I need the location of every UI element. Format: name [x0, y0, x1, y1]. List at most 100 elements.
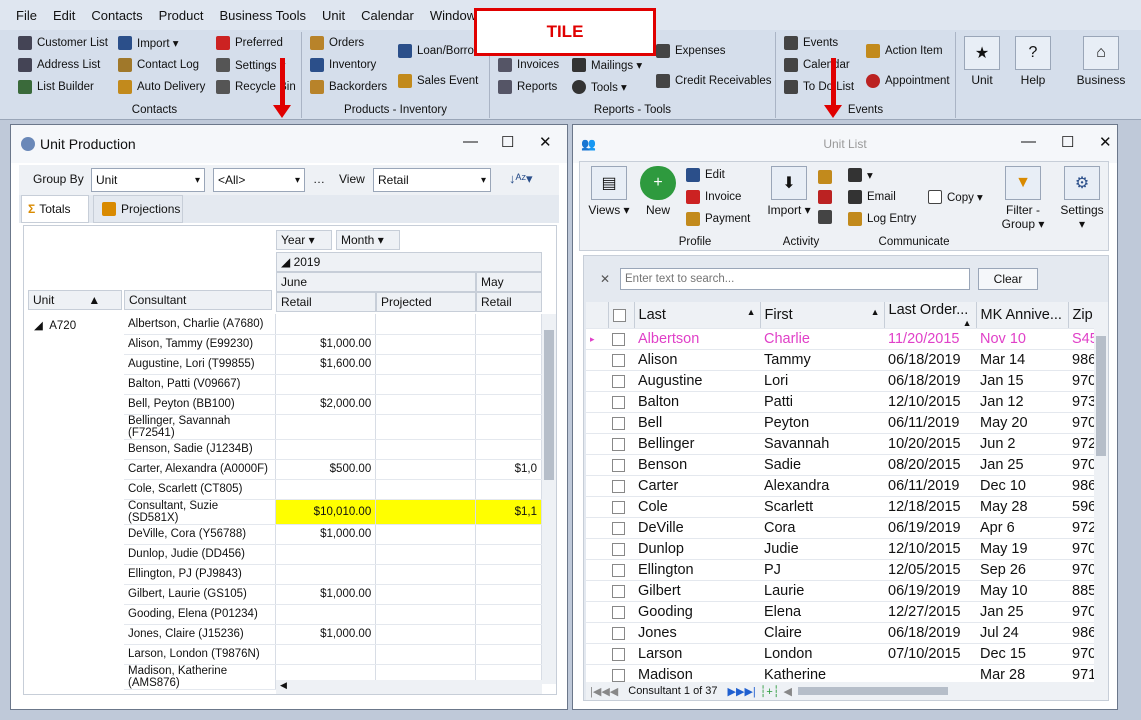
- table-row[interactable]: Albertson, Charlie (A7680): [124, 314, 542, 335]
- column-header[interactable]: Zip: [1068, 302, 1108, 329]
- select-all-checkbox[interactable]: [612, 308, 626, 322]
- auto-delivery-button[interactable]: Auto Delivery: [118, 80, 205, 94]
- reports-button[interactable]: Reports: [498, 80, 557, 94]
- checkbox-cell[interactable]: [608, 601, 634, 623]
- events-button[interactable]: Events: [784, 36, 838, 50]
- checkbox-cell[interactable]: [608, 664, 634, 682]
- table-row[interactable]: Carter, Alexandra (A0000F) $500.00 $1,0: [124, 459, 542, 480]
- table-row[interactable]: ▸ Albertson Charlie 11/20/2015 Nov 10 S45 P: [586, 328, 1108, 350]
- table-row[interactable]: Dunlop, Judie (DD456): [124, 544, 542, 565]
- help-button[interactable]: ? Help: [1013, 36, 1053, 87]
- table-row[interactable]: DeVille, Cora (Y56788) $1,000.00: [124, 524, 542, 545]
- row-checkbox[interactable]: [612, 416, 625, 430]
- menu-item-contacts[interactable]: Contacts: [83, 8, 150, 23]
- row-checkbox[interactable]: [612, 353, 625, 367]
- import-button[interactable]: ⬇ Import ▾: [766, 166, 812, 217]
- checkbox-cell[interactable]: [608, 412, 634, 434]
- to-do-list-button[interactable]: To Do List: [784, 80, 854, 94]
- row-checkbox[interactable]: [612, 563, 625, 577]
- view-select[interactable]: Retail: [373, 168, 491, 192]
- year-filter[interactable]: Year ▾: [276, 230, 332, 250]
- column-header[interactable]: First ▲: [760, 302, 885, 329]
- row-checkbox[interactable]: [612, 458, 625, 472]
- activity-icon-3[interactable]: [818, 210, 837, 224]
- col-projected[interactable]: Projected: [376, 292, 476, 312]
- first-record-icon[interactable]: |◀◀◀: [590, 685, 618, 698]
- table-row[interactable]: ColeScarlett12/18/2015May 2859645: [586, 496, 1108, 518]
- scroll-thumb[interactable]: [544, 330, 554, 480]
- credit-receivables-button[interactable]: Credit Receivables: [656, 74, 772, 88]
- row-checkbox[interactable]: [612, 332, 625, 346]
- new-button[interactable]: + New: [636, 166, 680, 217]
- table-row[interactable]: GilbertLaurie06/19/2019May 1088568: [586, 580, 1108, 602]
- menu-item-edit[interactable]: Edit: [45, 8, 83, 23]
- consultant-header[interactable]: Consultant: [124, 290, 272, 310]
- contact-log-button[interactable]: Contact Log: [118, 58, 199, 72]
- checkbox-cell[interactable]: [608, 496, 634, 518]
- table-row[interactable]: Larson, London (T9876N): [124, 644, 542, 665]
- menu-item-calendar[interactable]: Calendar: [353, 8, 422, 23]
- invoices-button[interactable]: Invoices: [498, 58, 559, 72]
- table-row[interactable]: Augustine, Lori (T99855) $1,600.00: [124, 354, 542, 375]
- close-button[interactable]: ✕: [1099, 133, 1112, 151]
- checkbox-cell[interactable]: [608, 349, 634, 371]
- table-row[interactable]: JonesClaire06/18/2019Jul 2498620: [586, 622, 1108, 644]
- table-row[interactable]: BellPeyton06/11/2019May 2097080: [586, 412, 1108, 434]
- menu-item-unit[interactable]: Unit: [314, 8, 353, 23]
- invoice-button[interactable]: Invoice: [686, 190, 741, 204]
- row-checkbox[interactable]: [612, 374, 625, 388]
- tab-projections[interactable]: Projections: [93, 195, 183, 223]
- more-button[interactable]: …: [313, 172, 325, 186]
- checkbox-cell[interactable]: [608, 622, 634, 644]
- settings-button[interactable]: Settings ▾: [216, 58, 286, 72]
- col-retail[interactable]: Retail: [276, 292, 376, 312]
- import-button[interactable]: Import ▾: [118, 36, 179, 50]
- group-by-select[interactable]: Unit: [91, 168, 205, 192]
- orders-button[interactable]: Orders: [310, 36, 364, 50]
- vertical-scrollbar[interactable]: [1094, 326, 1108, 682]
- nav-extra-icon[interactable]: ┆+┆: [760, 685, 780, 698]
- column-header[interactable]: MK Annive...: [976, 302, 1069, 329]
- row-checkbox[interactable]: [612, 668, 625, 682]
- maximize-button[interactable]: ☐: [1061, 133, 1074, 151]
- customer-list-button[interactable]: Customer List: [18, 36, 108, 50]
- edit-button[interactable]: Edit: [686, 168, 725, 182]
- business-button[interactable]: ⌂ Business: [1075, 36, 1127, 87]
- copy-button[interactable]: Copy ▾: [928, 190, 983, 204]
- table-row[interactable]: Gilbert, Laurie (GS105) $1,000.00: [124, 584, 542, 605]
- email-button[interactable]: Email: [848, 190, 896, 204]
- table-row[interactable]: Jones, Claire (J15236) $1,000.00: [124, 624, 542, 645]
- row-checkbox[interactable]: [612, 395, 625, 409]
- unit-header[interactable]: Unit ▲: [28, 290, 122, 310]
- row-indicator-header[interactable]: [586, 302, 609, 329]
- mailings-button[interactable]: Mailings ▾: [572, 58, 642, 72]
- row-checkbox[interactable]: [612, 500, 625, 514]
- scroll-left-icon[interactable]: ◀: [783, 685, 791, 698]
- sales-event-button[interactable]: Sales Event: [398, 74, 478, 88]
- activity-icon-2[interactable]: [818, 190, 837, 204]
- checkbox-cell[interactable]: [608, 517, 634, 539]
- settings-button[interactable]: ⚙ Settings ▾: [1058, 166, 1106, 231]
- table-row[interactable]: MadisonKatherineMar 2897123: [586, 664, 1108, 682]
- row-checkbox[interactable]: [612, 626, 625, 640]
- row-checkbox[interactable]: [612, 437, 625, 451]
- month-filter[interactable]: Month ▾: [336, 230, 400, 250]
- checkbox-cell[interactable]: [608, 433, 634, 455]
- calendar-button[interactable]: Calendar: [784, 58, 850, 72]
- minimize-button[interactable]: —: [463, 133, 478, 150]
- row-checkbox[interactable]: [612, 605, 625, 619]
- table-row[interactable]: BaltonPatti12/10/2015Jan 1297301: [586, 391, 1108, 413]
- table-row[interactable]: AugustineLori06/18/2019Jan 1597078: [586, 370, 1108, 392]
- row-checkbox[interactable]: [612, 521, 625, 535]
- table-row[interactable]: BellingerSavannah10/20/2015Jun 297227: [586, 433, 1108, 455]
- checkbox-cell[interactable]: [608, 538, 634, 560]
- checkbox-cell[interactable]: [608, 370, 634, 392]
- table-row[interactable]: LarsonLondon07/10/2015Dec 1597015: [586, 643, 1108, 665]
- address-list-button[interactable]: Address List: [18, 58, 100, 72]
- table-row[interactable]: Ellington, PJ (PJ9843): [124, 564, 542, 585]
- inventory-button[interactable]: Inventory: [310, 58, 376, 72]
- table-row[interactable]: CarterAlexandra06/11/2019Dec 1098662: [586, 475, 1108, 497]
- table-row[interactable]: Balton, Patti (V09667): [124, 374, 542, 395]
- table-row[interactable]: GoodingElena12/27/2015Jan 2597077: [586, 601, 1108, 623]
- table-row[interactable]: DunlopJudie12/10/2015May 1997013: [586, 538, 1108, 560]
